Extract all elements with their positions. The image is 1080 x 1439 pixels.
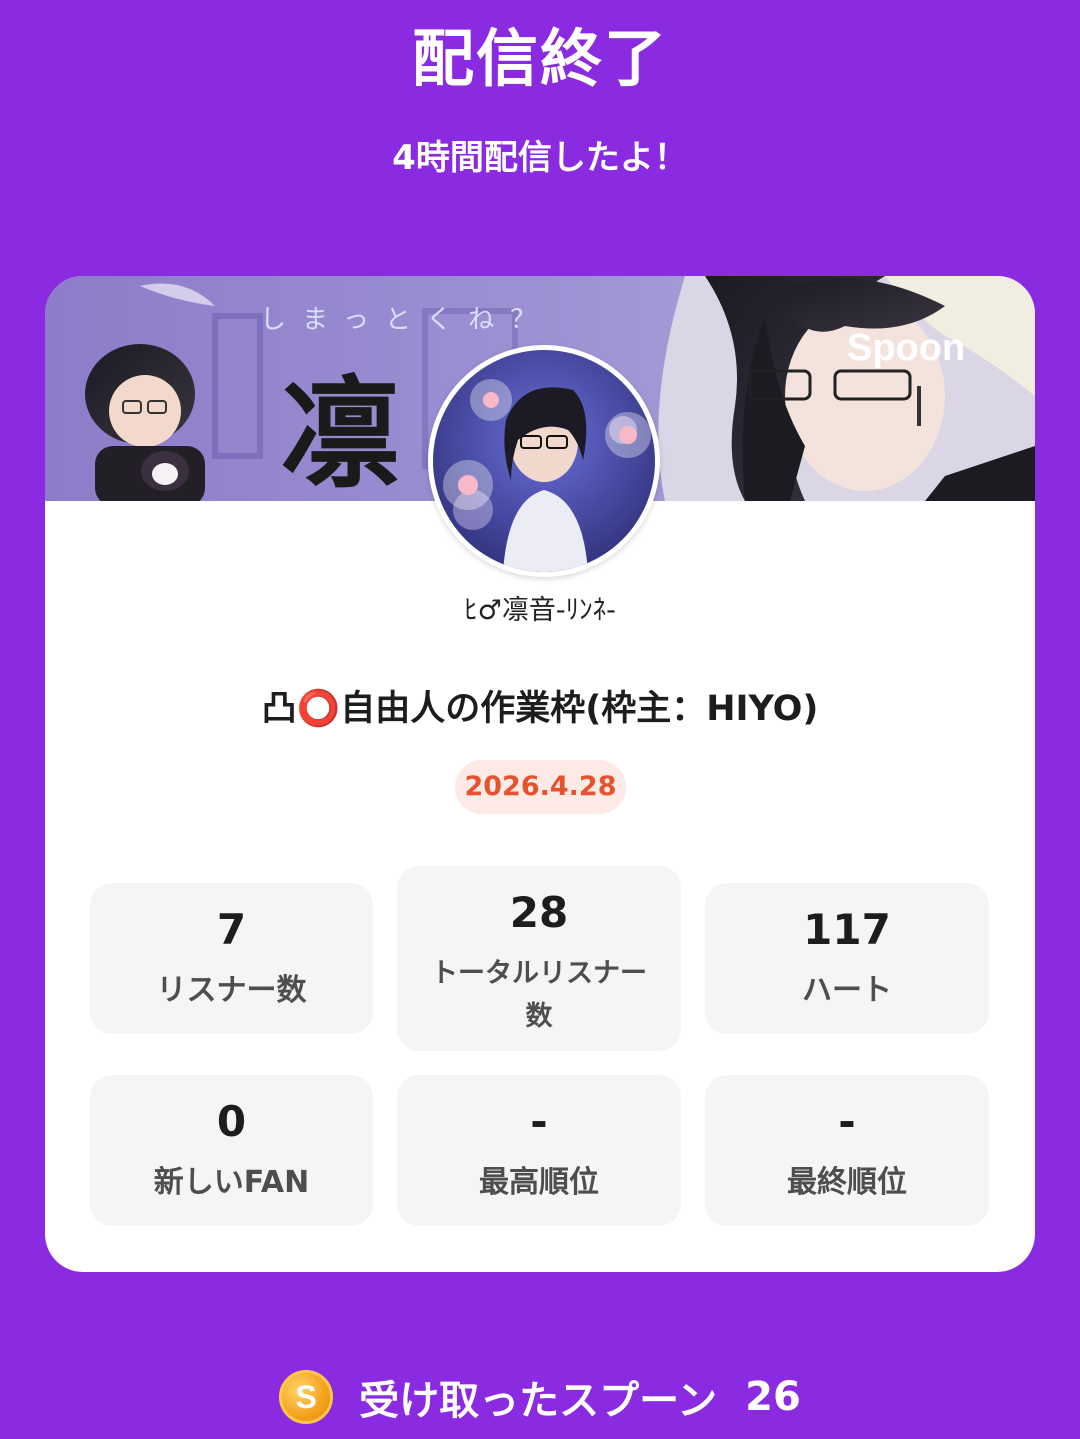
avatar-image — [433, 350, 655, 572]
stat-listeners: 7 リスナー数 — [90, 883, 373, 1034]
stat-label: トータルリスナー数 — [431, 958, 647, 1033]
spoon-coin-icon: S — [279, 1370, 334, 1424]
spoon-logo: Spoon — [847, 327, 965, 369]
received-spoons-count: 26 — [745, 1374, 801, 1420]
received-spoons-label: 受け取ったスプーン — [359, 1378, 718, 1424]
date-badge: 2026.4.28 — [455, 760, 626, 814]
result-card: 凛 しまっとくね？ Spoon ﾋ♂凛音-ﾘﾝﾈ- 凸⭕自由人の作業枠(枠主：H… — [45, 276, 1035, 1272]
profile-avatar[interactable] — [428, 345, 660, 577]
stat-label: 新しいFAN — [153, 1165, 310, 1200]
stat-hearts: 117 ハート — [705, 883, 989, 1034]
username: ﾋ♂凛音-ﾘﾝﾈ- — [464, 595, 616, 626]
stat-value: - — [530, 1097, 548, 1146]
stat-value: 28 — [509, 888, 569, 937]
banner-kanji: 凛 — [280, 364, 400, 501]
stat-value: 117 — [803, 905, 891, 954]
stat-label: 最終順位 — [787, 1165, 907, 1200]
stat-new-fans: 0 新しいFAN — [90, 1075, 373, 1226]
stat-value: 0 — [216, 1097, 247, 1146]
stat-value: - — [838, 1097, 856, 1146]
stat-final-rank: - 最終順位 — [705, 1075, 989, 1226]
stat-label: ハート — [802, 973, 892, 1008]
stat-total-listeners: 28 トータルリスナー数 — [397, 866, 681, 1051]
broadcast-duration: 4時間配信したよ！ — [392, 138, 688, 178]
banner-tagline: しまっとくね？ — [260, 305, 552, 335]
stat-label: リスナー数 — [156, 973, 307, 1008]
stat-highest-rank: - 最高順位 — [397, 1075, 681, 1226]
page-title: 配信終了 — [411, 22, 668, 95]
stat-label: 最高順位 — [479, 1165, 599, 1200]
received-spoons: S 受け取ったスプーン 26 — [0, 1365, 1080, 1429]
stat-value: 7 — [216, 905, 247, 954]
live-title: 凸⭕自由人の作業枠(枠主：HIYO) — [261, 689, 819, 729]
